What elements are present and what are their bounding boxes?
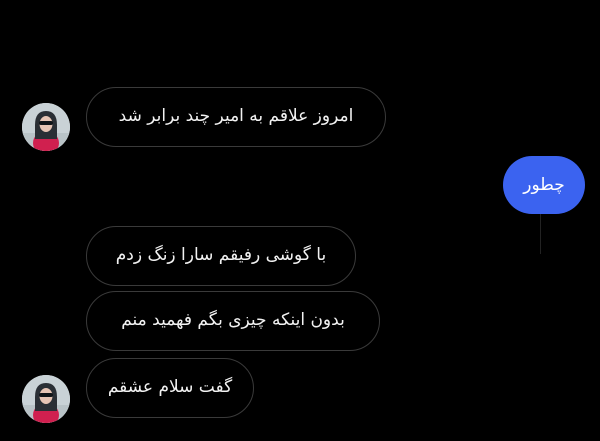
contact-avatar-icon[interactable]	[22, 103, 70, 151]
message-bubble-incoming[interactable]: بدون اینکه چیزی بگم فهمید منم	[86, 291, 380, 351]
message-text: بدون اینکه چیزی بگم فهمید منم	[121, 310, 345, 330]
message-text: امروز علاقم به امیر چند برابر شد	[118, 106, 354, 126]
message-bubble-incoming[interactable]: با گوشی رفیقم سارا زنگ زدم	[86, 226, 356, 286]
message-text: گفت سلام عشقم	[107, 377, 233, 397]
message-bubble-incoming[interactable]: گفت سلام عشقم	[86, 358, 254, 418]
thread-divider	[540, 214, 541, 254]
message-bubble-outgoing[interactable]: چطور	[503, 156, 585, 214]
message-text: چطور	[523, 175, 565, 195]
message-bubble-incoming[interactable]: امروز علاقم به امیر چند برابر شد	[86, 87, 386, 147]
contact-avatar-icon[interactable]	[22, 375, 70, 423]
chat-thread: امروز علاقم به امیر چند برابر شد چطور با…	[0, 0, 600, 441]
message-text: با گوشی رفیقم سارا زنگ زدم	[115, 245, 327, 265]
